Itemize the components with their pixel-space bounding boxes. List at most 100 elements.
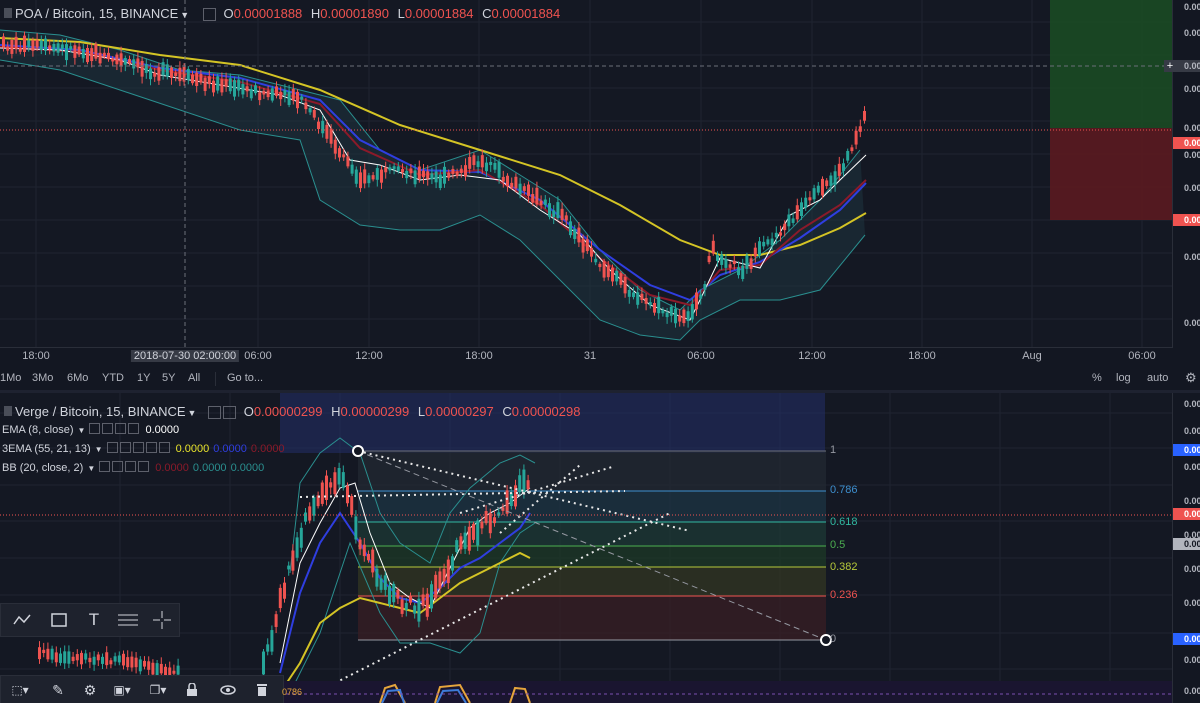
brush-color-icon[interactable]: ✎: [45, 677, 71, 703]
log-scale-toggle[interactable]: log: [1116, 372, 1131, 384]
indicator-controls[interactable]: [89, 423, 141, 437]
candle-body: [228, 78, 232, 92]
top-chart-pane[interactable]: POA / Bitcoin, 15, BINANCE ▼ O0.00001888 …: [0, 0, 1172, 348]
indicator-3ema[interactable]: 3EMA (55, 21, 13) ▼ 0.0000 0.0000 0.0000: [2, 442, 285, 456]
settings-box-icon[interactable]: [202, 8, 216, 22]
text-tool-icon[interactable]: T: [81, 607, 107, 633]
crosshair-tool-icon[interactable]: [149, 607, 175, 633]
chevron-down-icon[interactable]: ▼: [180, 10, 189, 20]
candle-body: [107, 52, 110, 60]
candle-body: [459, 536, 463, 550]
fib-anchor-handle[interactable]: [352, 445, 364, 457]
eye-icon[interactable]: [215, 677, 241, 703]
candle-body: [157, 67, 161, 81]
candle-body: [363, 169, 367, 184]
percent-scale-toggle[interactable]: %: [1092, 372, 1102, 384]
candle-body: [842, 163, 845, 171]
candle-body: [518, 475, 522, 493]
candle-body: [6, 46, 10, 51]
gear-icon[interactable]: ⚙: [1185, 370, 1197, 386]
lock-icon[interactable]: [179, 677, 205, 703]
short-position-zone[interactable]: [1050, 128, 1172, 220]
time-label: 18:00: [908, 350, 936, 362]
select-area-icon[interactable]: ⬚▾: [7, 677, 33, 703]
rectangle-tool-icon[interactable]: [46, 607, 72, 633]
range-6mo[interactable]: 6Mo: [67, 372, 88, 384]
candle-body: [749, 258, 753, 270]
top-symbol-name[interactable]: POA / Bitcoin, 15, BINANCE: [15, 6, 178, 21]
range-ytd[interactable]: YTD: [102, 372, 124, 384]
candle-body: [623, 276, 627, 294]
chevron-down-icon[interactable]: ▼: [87, 464, 95, 473]
candle-body: [338, 148, 341, 158]
top-price-scale[interactable]: 0.00 0.00 0.00 0.00 0.00 0.00 0.00 0.00 …: [1172, 0, 1200, 348]
candle-body: [77, 46, 81, 55]
candle-body: [203, 77, 207, 92]
candle-body: [825, 180, 829, 187]
range-5y[interactable]: 5Y: [162, 372, 175, 384]
candle-body: [73, 45, 77, 58]
bottom-symbol-legend[interactable]: Verge / Bitcoin, 15, BINANCE ▼ O0.0000029…: [4, 404, 580, 420]
trash-icon[interactable]: [249, 677, 275, 703]
top-symbol-legend[interactable]: POA / Bitcoin, 15, BINANCE ▼ O0.00001888 …: [4, 6, 560, 22]
top-time-axis[interactable]: 18:00 2018-07-30 02:00:00 06:00 12:00 18…: [0, 347, 1172, 368]
clone-icon[interactable]: ❐▾: [145, 677, 171, 703]
candle-body: [758, 241, 761, 256]
range-1mo[interactable]: 1Mo: [0, 372, 21, 384]
indicator-name[interactable]: EMA (8, close): [2, 424, 74, 436]
chevron-down-icon[interactable]: ▼: [95, 445, 103, 454]
candle-body: [863, 110, 866, 121]
top-chart-canvas[interactable]: [0, 0, 1172, 348]
candle-body: [400, 599, 404, 614]
settings-box-icon[interactable]: [208, 406, 222, 420]
candle-body: [451, 168, 455, 175]
candle-body: [745, 255, 749, 269]
candle-body: [421, 594, 425, 606]
candle-body: [151, 662, 155, 675]
gear-icon[interactable]: ⚙: [77, 677, 103, 703]
candle-body: [644, 298, 648, 304]
add-alert-plus-icon[interactable]: +: [1164, 60, 1176, 72]
indicator-controls[interactable]: [99, 461, 151, 475]
go-to-button[interactable]: Go to...: [227, 372, 263, 384]
candle-body: [489, 161, 493, 166]
settings-box-icon[interactable]: [223, 406, 237, 420]
long-position-zone[interactable]: [1050, 0, 1172, 128]
price-tick: 0.000: [1184, 655, 1200, 665]
candle-body: [2, 36, 5, 48]
candle-body: [98, 52, 102, 64]
candle-body: [711, 240, 715, 254]
range-1y[interactable]: 1Y: [137, 372, 150, 384]
fib-label-0786: 0.786: [830, 484, 858, 496]
candle-body: [648, 302, 652, 306]
candle-body: [220, 79, 224, 93]
bottom-chart-pane[interactable]: 1 0.786 0.618 0.5 0.382 0.236 0 Verge / …: [0, 393, 1172, 703]
chevron-down-icon[interactable]: ▼: [188, 408, 197, 418]
bottom-chart-canvas[interactable]: [0, 393, 1172, 703]
range-3mo[interactable]: 3Mo: [32, 372, 53, 384]
candle-body: [170, 67, 173, 78]
indicator-name[interactable]: 3EMA (55, 21, 13): [2, 443, 91, 455]
candle-body: [84, 653, 88, 660]
chevron-down-icon[interactable]: ▼: [78, 426, 86, 435]
auto-scale-toggle[interactable]: auto: [1147, 372, 1168, 384]
indicator-bb[interactable]: BB (20, close, 2) ▼ 0.0000 0.0000 0.0000: [2, 461, 264, 475]
candle-body: [678, 315, 682, 322]
candle-body: [287, 565, 291, 570]
template-icon[interactable]: ▣▾: [109, 677, 135, 703]
candle-body: [325, 124, 329, 139]
candle-body: [472, 523, 475, 540]
fib-tool-icon[interactable]: [115, 607, 141, 633]
candle-body: [493, 517, 496, 524]
candle-body: [44, 38, 47, 51]
candle-body: [174, 72, 178, 76]
bottom-price-scale[interactable]: 0.000 0.000 0.000 0.000 0.000 0.000 0.00…: [1172, 393, 1200, 703]
indicator-ema[interactable]: EMA (8, close) ▼ 0.0000: [2, 423, 179, 437]
indicator-controls[interactable]: [106, 442, 172, 456]
candle-body: [434, 171, 438, 183]
range-all[interactable]: All: [188, 372, 200, 384]
pattern-tool-icon[interactable]: [9, 607, 35, 633]
price-tick: 0.00: [1184, 215, 1200, 225]
bottom-symbol-name[interactable]: Verge / Bitcoin, 15, BINANCE: [15, 404, 186, 419]
indicator-name[interactable]: BB (20, close, 2): [2, 462, 83, 474]
